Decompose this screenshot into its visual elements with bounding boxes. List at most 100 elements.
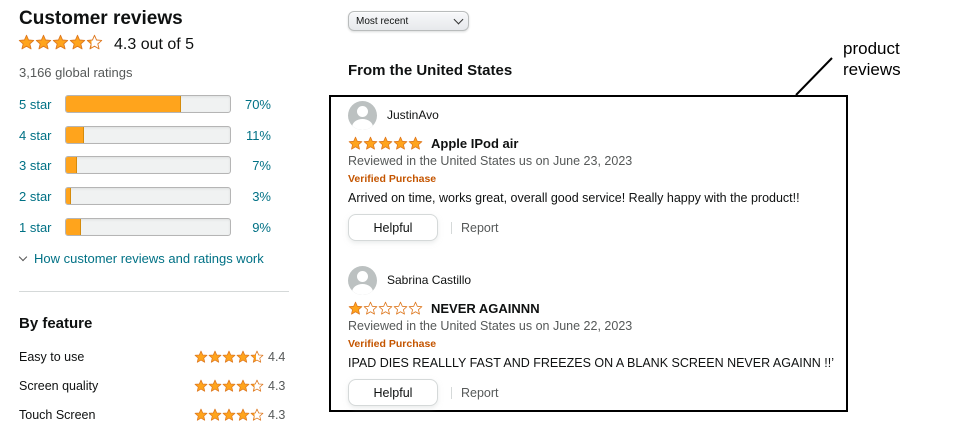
review-item: JustinAvo Apple IPod air Reviewed in the… bbox=[348, 100, 838, 241]
review-item: Sabrina Castillo NEVER AGAINNN Reviewed … bbox=[348, 265, 838, 406]
review-body: IPAD DIES REALLLY FAST AND FREEZES ON A … bbox=[348, 356, 835, 370]
review-title-row: Apple IPod air bbox=[348, 135, 838, 152]
feature-name: Easy to use bbox=[19, 350, 85, 364]
review-body: Arrived on time, works great, overall go… bbox=[348, 191, 800, 205]
star-full-icon bbox=[18, 34, 35, 50]
review-author-name[interactable]: Sabrina Castillo bbox=[387, 273, 471, 287]
review-title[interactable]: NEVER AGAINNN bbox=[431, 301, 540, 316]
avatar-body-icon bbox=[352, 283, 373, 295]
overall-star-rating bbox=[18, 34, 103, 51]
avatar[interactable] bbox=[348, 265, 377, 295]
reviews-title: Customer reviews bbox=[19, 8, 183, 29]
feature-star-rating bbox=[194, 350, 264, 364]
annotation-line-2: reviews bbox=[843, 60, 901, 79]
sort-dropdown[interactable]: Most recent bbox=[348, 11, 469, 31]
star-full-icon bbox=[208, 350, 222, 363]
star-full-icon bbox=[208, 379, 222, 392]
helpful-button[interactable]: Helpful bbox=[348, 379, 438, 406]
feature-value: 4.3 bbox=[268, 408, 286, 422]
review-date: Reviewed in the United States us on June… bbox=[348, 319, 633, 333]
review-title[interactable]: Apple IPod air bbox=[431, 136, 518, 151]
star-full-icon bbox=[222, 379, 236, 392]
avatar[interactable] bbox=[348, 100, 377, 130]
sort-selected-value[interactable]: Most recent bbox=[356, 16, 408, 27]
star-full-icon bbox=[222, 408, 236, 421]
avatar-body-icon bbox=[352, 118, 373, 130]
histogram-row-2-star[interactable]: 2 star 3% bbox=[19, 187, 279, 205]
verified-purchase-badge[interactable]: Verified Purchase bbox=[348, 338, 838, 350]
star-full-icon bbox=[236, 379, 250, 392]
overall-rating-text: 4.3 out of 5 bbox=[114, 36, 195, 53]
review-star-rating[interactable] bbox=[348, 136, 423, 151]
histogram-fill bbox=[66, 188, 71, 204]
histogram-label[interactable]: 5 star bbox=[19, 97, 65, 112]
review-date: Reviewed in the United States us on June… bbox=[348, 154, 633, 168]
helpful-button[interactable]: Helpful bbox=[348, 214, 438, 241]
histogram-bar[interactable] bbox=[65, 156, 231, 174]
how-reviews-work-link[interactable]: How customer reviews and ratings work bbox=[18, 251, 264, 266]
feature-name: Screen quality bbox=[19, 379, 99, 393]
star-full-icon bbox=[208, 408, 222, 421]
histogram-percent[interactable]: 11% bbox=[231, 128, 271, 143]
star-empty-icon bbox=[393, 301, 408, 315]
histogram-row-1-star[interactable]: 1 star 9% bbox=[19, 218, 279, 236]
histogram-bar[interactable] bbox=[65, 218, 231, 236]
histogram-row-5-star[interactable]: 5 star 70% bbox=[19, 95, 279, 113]
review-star-rating[interactable] bbox=[348, 301, 423, 316]
review-author-name[interactable]: JustinAvo bbox=[387, 108, 439, 122]
star-partial-icon bbox=[250, 379, 264, 392]
review-author-row[interactable]: JustinAvo bbox=[348, 100, 838, 130]
histogram-bar[interactable] bbox=[65, 95, 231, 113]
histogram-row-3-star[interactable]: 3 star 7% bbox=[19, 156, 279, 174]
verified-purchase-badge[interactable]: Verified Purchase bbox=[348, 173, 838, 185]
review-actions: Helpful Report bbox=[348, 214, 838, 241]
chevron-down-icon bbox=[453, 14, 464, 25]
star-full-icon bbox=[194, 408, 208, 421]
star-full-icon bbox=[348, 136, 363, 150]
star-full-icon bbox=[393, 136, 408, 150]
histogram-percent[interactable]: 70% bbox=[231, 97, 271, 112]
star-empty-icon bbox=[363, 301, 378, 315]
review-author-row[interactable]: Sabrina Castillo bbox=[348, 265, 838, 295]
feature-row-touch-screen: Touch Screen 4.3 bbox=[19, 407, 291, 423]
review-actions: Helpful Report bbox=[348, 379, 838, 406]
feature-star-rating bbox=[194, 379, 264, 393]
star-partial-icon bbox=[250, 350, 264, 363]
section-divider bbox=[19, 291, 289, 292]
star-full-icon bbox=[236, 350, 250, 363]
annotation-label: product reviews bbox=[843, 38, 901, 80]
feature-value: 4.3 bbox=[268, 379, 286, 393]
histogram-percent[interactable]: 7% bbox=[231, 158, 271, 173]
histogram-fill bbox=[66, 127, 85, 143]
star-full-icon bbox=[222, 350, 236, 363]
histogram-label[interactable]: 1 star bbox=[19, 220, 65, 235]
star-partial-icon bbox=[250, 408, 264, 421]
global-ratings-count: 3,166 global ratings bbox=[19, 65, 133, 80]
report-link[interactable]: Report bbox=[461, 386, 499, 400]
star-full-icon bbox=[194, 350, 208, 363]
star-full-icon bbox=[236, 408, 250, 421]
action-separator bbox=[451, 221, 452, 234]
by-feature-title: By feature bbox=[19, 315, 93, 332]
action-separator bbox=[451, 386, 452, 399]
star-full-icon bbox=[408, 136, 423, 150]
star-full-icon bbox=[348, 301, 363, 315]
histogram-bar[interactable] bbox=[65, 126, 231, 144]
report-link[interactable]: Report bbox=[461, 221, 499, 235]
histogram-percent[interactable]: 3% bbox=[231, 189, 271, 204]
histogram-label[interactable]: 2 star bbox=[19, 189, 65, 204]
histogram-percent[interactable]: 9% bbox=[231, 220, 271, 235]
star-full-icon bbox=[69, 34, 86, 50]
histogram-bar[interactable] bbox=[65, 187, 231, 205]
star-full-icon bbox=[194, 379, 208, 392]
histogram-fill bbox=[66, 219, 81, 235]
annotation-line-1: product bbox=[843, 39, 900, 58]
histogram-row-4-star[interactable]: 4 star 11% bbox=[19, 126, 279, 144]
how-reviews-work-label[interactable]: How customer reviews and ratings work bbox=[34, 251, 264, 266]
histogram-label[interactable]: 3 star bbox=[19, 158, 65, 173]
feature-star-rating bbox=[194, 408, 264, 422]
histogram-label[interactable]: 4 star bbox=[19, 128, 65, 143]
star-empty-icon bbox=[378, 301, 393, 315]
feature-name: Touch Screen bbox=[19, 408, 96, 422]
chevron-down-icon bbox=[18, 252, 28, 262]
